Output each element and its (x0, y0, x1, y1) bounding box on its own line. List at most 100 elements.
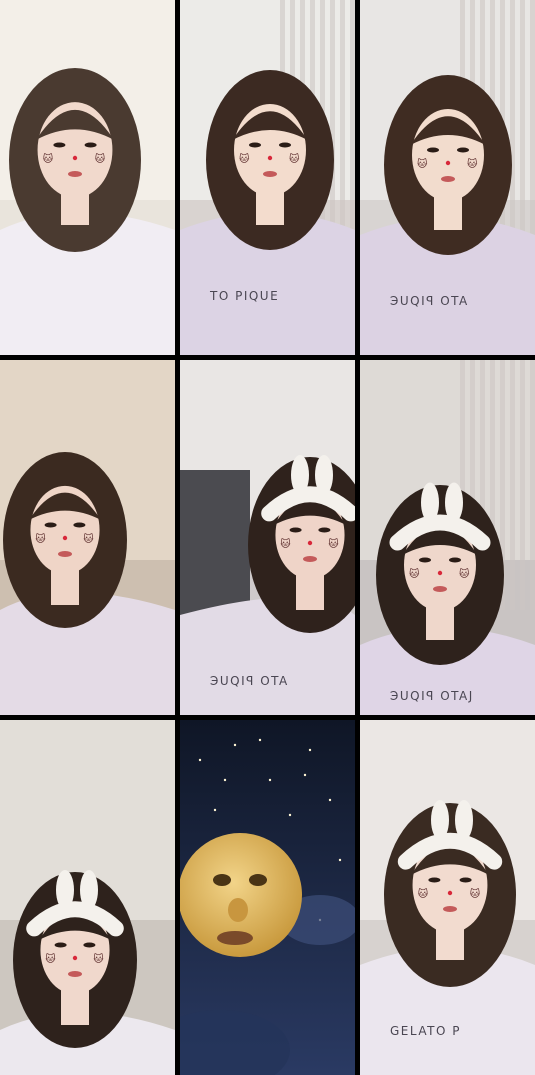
mouth (433, 586, 447, 592)
curtain-fold (520, 0, 525, 250)
star (308, 748, 312, 752)
curtain-fold (510, 0, 515, 250)
cat-sticker-right: 🐱 (289, 153, 300, 165)
cat-sticker-left: 🐱 (417, 158, 428, 170)
star (223, 778, 227, 782)
curtain-fold (530, 0, 535, 250)
tile-image: 🐱 🐱 ЭUQIꟼ OTAJ (360, 360, 535, 715)
shirt-print: ЭUQIꟼ OTAJ (390, 689, 474, 703)
eye-left (44, 522, 57, 528)
video-tile-7[interactable]: 🐱 🐱 (0, 720, 175, 1075)
curtain-fold (330, 0, 335, 250)
shirt-print: ЭUQIꟼ OTA (210, 674, 289, 688)
mouth (68, 171, 82, 177)
cat-sticker-right: 🐱 (93, 953, 104, 965)
eye-right (459, 877, 472, 883)
heart-sticker (445, 160, 451, 166)
tile-image: 🐱 🐱 (0, 0, 175, 355)
mouth (58, 551, 72, 557)
cat-sticker-right: 🐱 (470, 888, 481, 900)
shirt-print: ЭUQIꟼ OTA (390, 294, 469, 308)
video-tile-3[interactable]: 🐱 🐱 ЭUQIꟼ OTA (360, 0, 535, 355)
cat-sticker-left: 🐱 (239, 153, 250, 165)
eye-right (84, 142, 97, 148)
star (268, 778, 272, 782)
neck (296, 575, 324, 610)
video-tile-8-moon[interactable] (180, 720, 355, 1075)
eye-right (73, 522, 86, 528)
headband-ear-left (421, 482, 439, 523)
video-tile-9[interactable]: 🐱 🐱 GELATO P (360, 720, 535, 1075)
video-tile-5[interactable]: 🐱 🐱 ЭUQIꟼ OTA (180, 360, 355, 715)
tile-image: 🐱 🐱 (0, 720, 175, 1075)
eye-left (427, 147, 439, 153)
headband-ear-left (291, 455, 309, 495)
tile-image: 🐱 🐱 (0, 360, 175, 715)
heart-sticker (447, 890, 453, 896)
star (198, 758, 202, 762)
headband-ear-right (80, 870, 98, 910)
eye-right (457, 147, 469, 153)
heart-sticker (72, 155, 78, 161)
eye-left (53, 142, 66, 148)
headband-ear-right (445, 482, 463, 523)
star (258, 738, 262, 742)
eye-left (249, 142, 261, 148)
heart-sticker (62, 535, 68, 541)
curtain-fold (340, 0, 345, 250)
cat-sticker-right: 🐱 (328, 538, 339, 550)
star (303, 773, 307, 777)
eye-left (428, 877, 441, 883)
shirt-print: TO PIQUE (209, 289, 279, 303)
video-grid: 🐱 🐱 🐱 🐱 TO PIQUE 🐱 🐱 ЭUQIꟼ OTA 🐱 🐱 🐱 🐱 ЭUQIꟼ OTA… (0, 0, 535, 1075)
headband-ear-right (315, 455, 333, 495)
headband-ear-right (455, 800, 473, 840)
cat-sticker-left: 🐱 (280, 538, 291, 550)
neck (51, 570, 79, 605)
cat-sticker-right: 🐱 (95, 153, 106, 165)
neck (61, 990, 89, 1025)
eye-left (54, 942, 67, 948)
star (328, 798, 332, 802)
curtain-fold (530, 360, 535, 610)
moon-eye-right (249, 874, 267, 886)
curtain-fold (350, 0, 355, 250)
tile-image: 🐱 🐱 GELATO P (360, 720, 535, 1075)
tile-image (180, 720, 355, 1075)
video-tile-2[interactable]: 🐱 🐱 TO PIQUE (180, 0, 355, 355)
cat-sticker-left: 🐱 (418, 888, 429, 900)
cat-sticker-left: 🐱 (35, 533, 46, 545)
star (213, 808, 217, 812)
star (233, 743, 237, 747)
curtain-fold (510, 360, 515, 610)
mouth (263, 171, 277, 177)
cat-sticker-left: 🐱 (43, 153, 54, 165)
mouth (441, 176, 455, 182)
tile-image: 🐱 🐱 ЭUQIꟼ OTA (360, 0, 535, 355)
eye-left (289, 527, 302, 533)
cat-sticker-right: 🐱 (83, 533, 94, 545)
video-tile-4[interactable]: 🐱 🐱 (0, 360, 175, 715)
heart-sticker (267, 155, 273, 161)
cat-sticker-left: 🐱 (409, 568, 420, 580)
tile-image: 🐱 🐱 ЭUQIꟼ OTA (180, 360, 355, 715)
mouth (68, 971, 82, 977)
moon-mouth (217, 931, 253, 945)
curtain-fold (520, 360, 525, 610)
cat-sticker-left: 🐱 (45, 953, 56, 965)
eye-right (83, 942, 96, 948)
eye-right (449, 557, 461, 563)
moon-nose (228, 898, 248, 922)
star (288, 813, 292, 817)
video-tile-6[interactable]: 🐱 🐱 ЭUQIꟼ OTAJ (360, 360, 535, 715)
video-tile-1[interactable]: 🐱 🐱 (0, 0, 175, 355)
heart-sticker (437, 570, 443, 576)
eye-right (279, 142, 291, 148)
tile-image: 🐱 🐱 TO PIQUE (180, 0, 355, 355)
mouth (443, 906, 457, 912)
heart-sticker (72, 955, 78, 961)
moon-eye-left (213, 874, 231, 886)
cat-sticker-right: 🐱 (467, 158, 478, 170)
eye-right (318, 527, 331, 533)
star (338, 858, 342, 862)
